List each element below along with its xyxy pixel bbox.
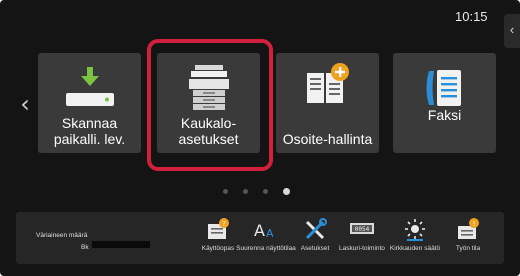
svg-text:!: ! [473, 220, 476, 228]
shortcut-job-status[interactable]: ! Työn tila [445, 214, 491, 264]
page-indicator [223, 187, 290, 195]
svg-text:A: A [254, 221, 265, 240]
selected-tile-highlight [147, 39, 273, 171]
svg-text:?: ? [222, 220, 226, 228]
page-dot[interactable] [223, 188, 228, 194]
shortcut-settings[interactable]: Asetukset [292, 214, 338, 264]
tile-label: Osoite-hallinta [282, 131, 373, 147]
page-dot[interactable] [243, 188, 248, 194]
shortcut-enlarge-display[interactable]: A A Suurenna näyttötilaa [236, 214, 296, 264]
enlarge-display-icon: A A [254, 221, 274, 240]
fax-icon [426, 70, 461, 106]
previous-page-arrow[interactable]: ‹ [16, 90, 34, 120]
page-dot[interactable] [263, 188, 268, 194]
shortcut-label: Työn tila [455, 245, 481, 252]
collapse-panel-tab[interactable]: ‹ [504, 14, 520, 48]
scan-to-local-drive-icon [65, 67, 114, 106]
manual-icon: ? [208, 218, 229, 239]
tile-fax[interactable]: Faksi [393, 53, 496, 153]
toner-gauge [92, 241, 150, 248]
address-book-icon [306, 63, 349, 103]
shortcut-manual[interactable]: ? Käyttöopas [195, 214, 241, 264]
counter-icon: 0054 [350, 223, 374, 234]
shortcut-counter[interactable]: 0054 Laskuri-toiminto [339, 214, 385, 264]
svg-text:A: A [266, 227, 274, 240]
toner-color-label: Bk [81, 244, 89, 251]
tile-address-management[interactable]: Osoite-hallinta [276, 53, 379, 153]
tile-label: Skannaa paikalli. lev. [53, 115, 126, 147]
svg-text:0054: 0054 [355, 226, 370, 233]
page-dot-active[interactable] [283, 187, 290, 195]
toner-label: Väriaineen määrä [36, 232, 88, 239]
toner-level: Väriaineen määrä Bk [0, 212, 158, 264]
job-status-icon: ! [458, 218, 479, 239]
clock: 10:15 [455, 9, 488, 24]
settings-tools-icon [305, 218, 327, 240]
tile-scan-local-drive[interactable]: Skannaa paikalli. lev. [38, 53, 141, 153]
tile-label: Faksi [427, 107, 462, 123]
brightness-icon [405, 219, 425, 241]
shortcut-brightness[interactable]: Kirkkauden säätö [390, 214, 440, 264]
home-screen: 10:15 ‹ ‹ Skannaa paikalli. lev. Kaukalo… [0, 0, 520, 276]
